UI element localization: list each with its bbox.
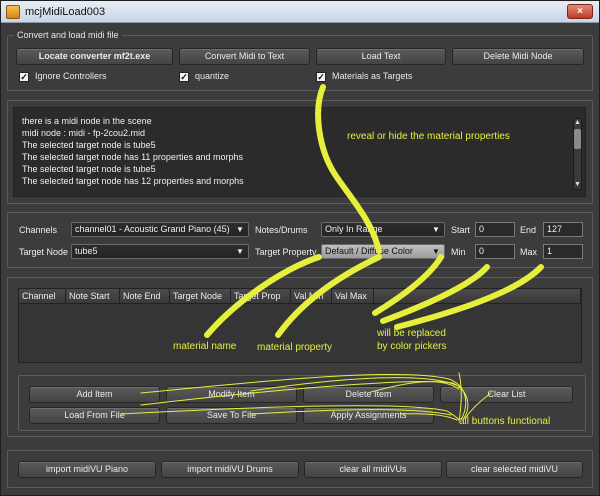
annotation-all-buttons: all buttons functional bbox=[459, 416, 551, 427]
annotation-replaced-line1: will be replaced bbox=[377, 328, 446, 339]
main-window: mcjMidiLoad003 × Convert and load midi f… bbox=[0, 0, 600, 496]
annotation-material-property: material property bbox=[257, 342, 333, 353]
annotation-material-name: material name bbox=[173, 341, 237, 352]
annotation-reveal: reveal or hide the material properties bbox=[347, 131, 510, 142]
annotation-replaced-line2: by color pickers bbox=[377, 341, 447, 352]
